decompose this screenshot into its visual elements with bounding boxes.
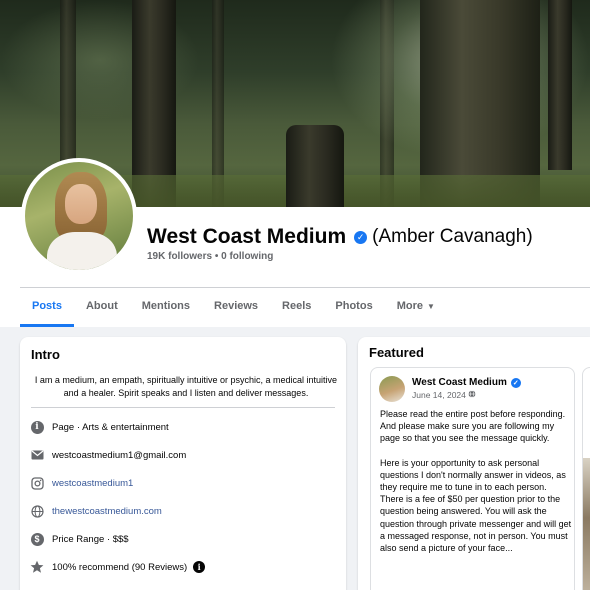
bio-divider: [31, 407, 335, 408]
page-title: West Coast Medium ✓ (Amber Cavanagh): [147, 225, 533, 249]
dollar-icon: $: [30, 532, 44, 546]
intro-website: thewestcoastmedium.com: [30, 504, 162, 518]
tab-more-label: More: [396, 300, 423, 312]
intro-instagram: westcoastmedium1: [30, 476, 133, 490]
globe-icon: [30, 504, 44, 518]
intro-title: Intro: [31, 347, 60, 362]
post-text: Please read the entire post before respo…: [380, 408, 572, 566]
intro-bio: I am a medium, an empath, spiritually in…: [34, 375, 338, 398]
intro-category: i Page · Arts & entertainment: [30, 420, 169, 434]
post-author-avatar[interactable]: [379, 376, 405, 402]
globe-icon: [468, 390, 476, 400]
intro-card: Intro I am a medium, an empath, spiritua…: [20, 337, 346, 590]
featured-post[interactable]: West Coast Medium ✓ June 14, 2024 Please…: [370, 367, 575, 590]
intro-email: westcoastmedium1@gmail.com: [30, 448, 186, 462]
intro-rating: 100% recommend (90 Reviews) i: [30, 560, 206, 574]
verified-badge-icon[interactable]: ✓: [354, 230, 368, 244]
cover-tree: [548, 0, 572, 170]
featured-title: Featured: [369, 345, 424, 360]
featured-next-card[interactable]: [582, 367, 590, 590]
info-icon[interactable]: i: [193, 561, 206, 573]
post-date: June 14, 2024: [412, 390, 476, 400]
post-paragraph: Here is your opportunity to ask personal…: [380, 457, 572, 554]
page-subtitle: (Amber Cavanagh): [372, 226, 533, 247]
post-author-name[interactable]: West Coast Medium: [412, 377, 507, 388]
email-icon: [30, 448, 44, 462]
post-paragraph: Please read the entire post before respo…: [380, 409, 566, 444]
profile-tabs: Posts About Mentions Reviews Reels Photo…: [20, 288, 447, 327]
page-name: West Coast Medium: [147, 225, 347, 248]
follower-counts: 19K followers • 0 following: [147, 251, 273, 262]
post-author: West Coast Medium ✓: [412, 377, 526, 388]
tab-reviews[interactable]: Reviews: [202, 288, 270, 326]
tab-mentions[interactable]: Mentions: [130, 288, 202, 326]
cover-stump: [286, 125, 344, 207]
profile-avatar[interactable]: [21, 158, 137, 274]
instagram-icon: [30, 476, 44, 490]
tab-posts[interactable]: Posts: [20, 288, 74, 327]
verified-badge-icon: ✓: [510, 377, 521, 388]
tab-more[interactable]: More ▼: [385, 288, 447, 326]
tab-reels[interactable]: Reels: [270, 288, 323, 326]
tab-about[interactable]: About: [74, 288, 130, 326]
featured-card: Featured West Coast Medium ✓ June 14, 20…: [358, 337, 590, 590]
following-link[interactable]: 0 following: [221, 251, 273, 262]
star-icon: [30, 560, 44, 574]
caret-down-icon: ▼: [426, 302, 435, 311]
followers-link[interactable]: 19K followers: [147, 251, 212, 262]
info-icon: i: [30, 420, 44, 434]
intro-price-range: $ Price Range · $$$: [30, 532, 129, 546]
separator: •: [214, 251, 219, 262]
tab-photos[interactable]: Photos: [323, 288, 384, 326]
